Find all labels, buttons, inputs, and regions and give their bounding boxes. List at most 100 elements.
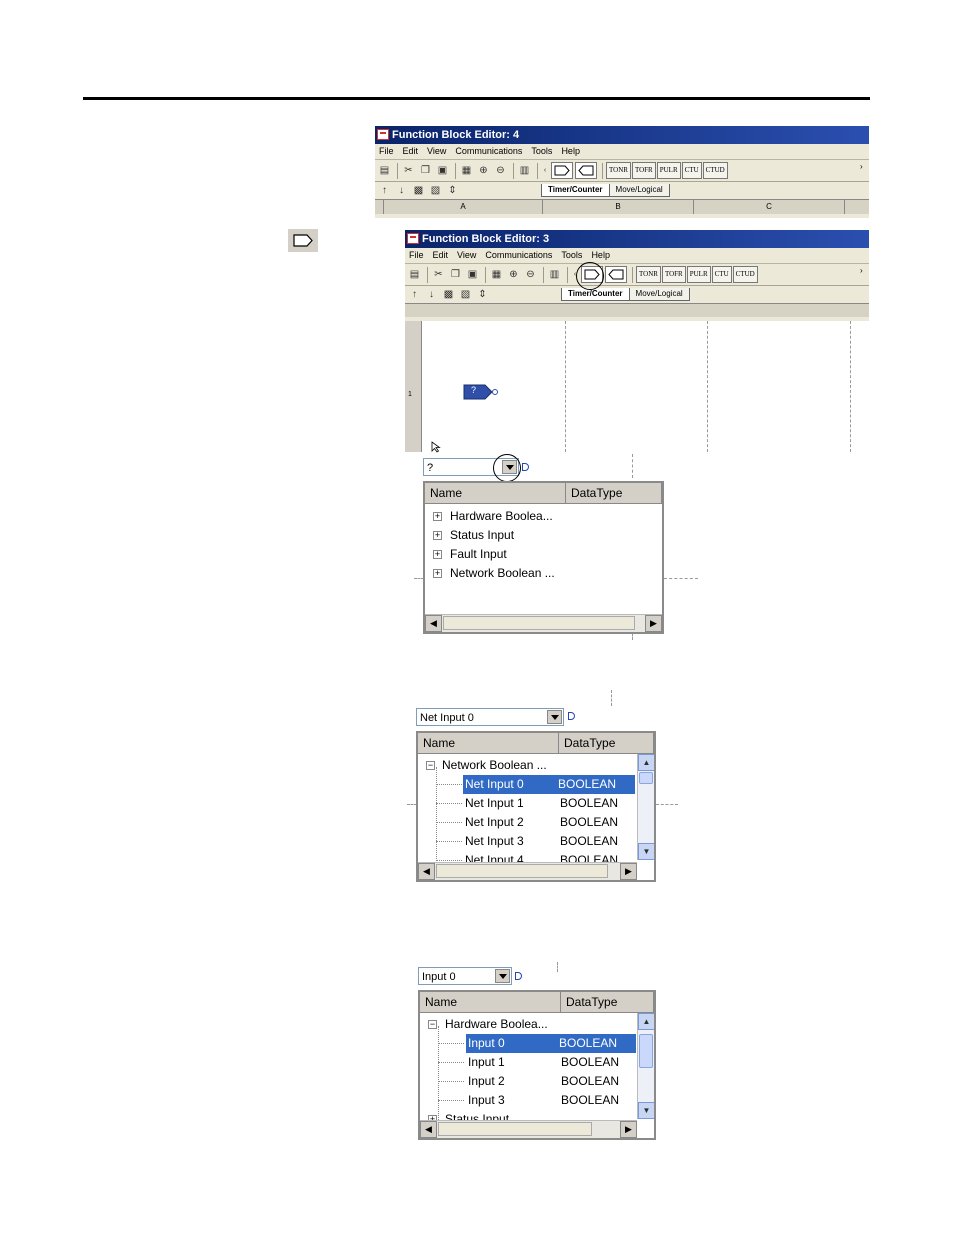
tofr-button[interactable]: TOFR — [631, 162, 656, 179]
scroll-left-icon[interactable]: ◀ — [425, 615, 442, 632]
menu-edit[interactable]: Edit — [433, 250, 449, 260]
scroll-down-icon[interactable]: ▼ — [638, 843, 654, 860]
copy-icon[interactable]: ❐ — [448, 267, 463, 282]
datatype-column-header[interactable]: DataType — [566, 483, 662, 503]
chevron-down-icon[interactable] — [547, 710, 562, 724]
list-item[interactable]: Net Input 0 BOOLEAN — [418, 775, 654, 794]
datatype-column-header[interactable]: DataType — [561, 992, 654, 1012]
tree-item-fault-input[interactable]: + Fault Input — [425, 545, 662, 564]
scroll-thumb[interactable] — [436, 864, 608, 878]
zoom-in-icon[interactable]: ⊕ — [506, 267, 521, 282]
move-down-icon[interactable]: ↓ — [424, 287, 439, 302]
collapse-icon[interactable]: − — [426, 761, 435, 770]
name-column-header[interactable]: Name — [418, 733, 559, 753]
print-icon[interactable]: ▤ — [377, 163, 392, 178]
move-down-icon[interactable]: ↓ — [394, 183, 409, 198]
tool-icon-b[interactable]: ▧ — [428, 183, 443, 198]
menu-file[interactable]: File — [409, 250, 424, 260]
menu-edit[interactable]: Edit — [403, 146, 419, 156]
menu-help[interactable]: Help — [561, 146, 580, 156]
list-item[interactable]: Input 1 BOOLEAN — [420, 1053, 654, 1072]
tag-dropdown[interactable]: Input 0 — [418, 967, 512, 985]
expand-icon[interactable]: + — [433, 569, 442, 578]
tree-item-hardware-boolean[interactable]: + Hardware Boolea... — [425, 507, 662, 526]
scroll-left-icon[interactable]: ‹ — [541, 163, 549, 178]
vertical-scrollbar[interactable]: ▲ ▼ — [637, 1013, 654, 1119]
menu-communications[interactable]: Communications — [455, 146, 522, 156]
input-block-button[interactable] — [551, 162, 573, 179]
list-item[interactable]: Net Input 3 BOOLEAN — [418, 832, 654, 851]
tag-dropdown[interactable]: Net Input 0 — [416, 708, 564, 726]
scroll-left-icon[interactable]: ◀ — [420, 1121, 437, 1138]
output-block-button[interactable] — [605, 266, 627, 283]
list-item[interactable]: Input 3 BOOLEAN — [420, 1091, 654, 1110]
horizontal-scrollbar[interactable]: ◀ ▶ — [425, 614, 662, 632]
tab-move-logical[interactable]: Move/Logical — [628, 288, 690, 301]
tab-timer-counter[interactable]: Timer/Counter — [541, 184, 610, 197]
datatype-column-header[interactable]: DataType — [559, 733, 654, 753]
name-column-header[interactable]: Name — [425, 483, 566, 503]
zoom-in-icon[interactable]: ⊕ — [476, 163, 491, 178]
ctud-button[interactable]: CTUD — [732, 266, 758, 283]
horizontal-scrollbar[interactable]: ◀ ▶ — [420, 1120, 637, 1138]
print-icon[interactable]: ▤ — [407, 267, 422, 282]
menu-tools[interactable]: Tools — [531, 146, 552, 156]
input-function-block[interactable]: ? — [463, 384, 503, 400]
tree-item-hardware-boolean[interactable]: − Hardware Boolea... — [420, 1015, 654, 1034]
scroll-thumb[interactable] — [443, 616, 635, 630]
tree-item-network-boolean[interactable]: − Network Boolean ... — [418, 756, 654, 775]
collapse-icon[interactable]: − — [428, 1020, 437, 1029]
tab-timer-counter[interactable]: Timer/Counter — [561, 288, 630, 301]
name-column-header[interactable]: Name — [420, 992, 561, 1012]
vertical-scrollbar[interactable]: ▲ ▼ — [637, 754, 654, 860]
cut-icon[interactable]: ✂ — [431, 267, 446, 282]
scroll-up-icon[interactable]: ▲ — [638, 754, 654, 771]
move-up-icon[interactable]: ↑ — [407, 287, 422, 302]
list-item[interactable]: Net Input 2 BOOLEAN — [418, 813, 654, 832]
scroll-up-icon[interactable]: ▲ — [638, 1013, 654, 1030]
tofr-button[interactable]: TOFR — [661, 266, 686, 283]
scroll-thumb[interactable] — [639, 1034, 653, 1068]
tonr-button[interactable]: TONR — [636, 266, 661, 283]
scroll-left-icon[interactable]: ◀ — [418, 863, 435, 880]
tree-item-network-boolean[interactable]: + Network Boolean ... — [425, 564, 662, 583]
scroll-right-icon[interactable]: ▶ — [620, 1121, 637, 1138]
paste-icon[interactable]: ▣ — [435, 163, 450, 178]
menu-file[interactable]: File — [379, 146, 394, 156]
paste-icon[interactable]: ▣ — [465, 267, 480, 282]
zoom-out-icon[interactable]: ⊖ — [493, 163, 508, 178]
tonr-button[interactable]: TONR — [606, 162, 631, 179]
ctud-button[interactable]: CTUD — [702, 162, 728, 179]
scroll-down-icon[interactable]: ▼ — [638, 1102, 654, 1119]
tool-icon-b[interactable]: ▧ — [458, 287, 473, 302]
list-item[interactable]: Net Input 1 BOOLEAN — [418, 794, 654, 813]
scroll-right-icon[interactable]: › — [860, 267, 866, 275]
tab-move-logical[interactable]: Move/Logical — [608, 184, 670, 197]
tree-item-status-input[interactable]: + Status Input — [425, 526, 662, 545]
zoom-out-icon[interactable]: ⊖ — [523, 267, 538, 282]
pulr-button[interactable]: PULR — [656, 162, 681, 179]
expand-icon[interactable]: + — [433, 512, 442, 521]
horizontal-scrollbar[interactable]: ◀ ▶ — [418, 862, 637, 880]
ctu-button[interactable]: CTU — [711, 266, 732, 283]
expand-icon[interactable]: + — [433, 550, 442, 559]
output-block-button[interactable] — [575, 162, 597, 179]
list-item[interactable]: Input 0 BOOLEAN — [420, 1034, 654, 1053]
tool-icon-a[interactable]: ▩ — [441, 287, 456, 302]
menu-help[interactable]: Help — [591, 250, 610, 260]
scroll-right-icon[interactable]: ▶ — [620, 863, 637, 880]
scroll-right-icon[interactable]: › — [860, 163, 866, 171]
compile-icon[interactable]: ▥ — [517, 163, 532, 178]
menu-tools[interactable]: Tools — [561, 250, 582, 260]
menu-communications[interactable]: Communications — [485, 250, 552, 260]
copy-icon[interactable]: ❐ — [418, 163, 433, 178]
chevron-down-icon[interactable] — [495, 969, 510, 983]
menu-view[interactable]: View — [457, 250, 476, 260]
move-up-icon[interactable]: ↑ — [377, 183, 392, 198]
scroll-right-icon[interactable]: ▶ — [645, 615, 662, 632]
tool-icon-c[interactable]: ⇕ — [475, 287, 490, 302]
properties-icon[interactable]: ▦ — [489, 267, 504, 282]
scroll-thumb[interactable] — [438, 1122, 592, 1136]
compile-icon[interactable]: ▥ — [547, 267, 562, 282]
expand-icon[interactable]: + — [433, 531, 442, 540]
